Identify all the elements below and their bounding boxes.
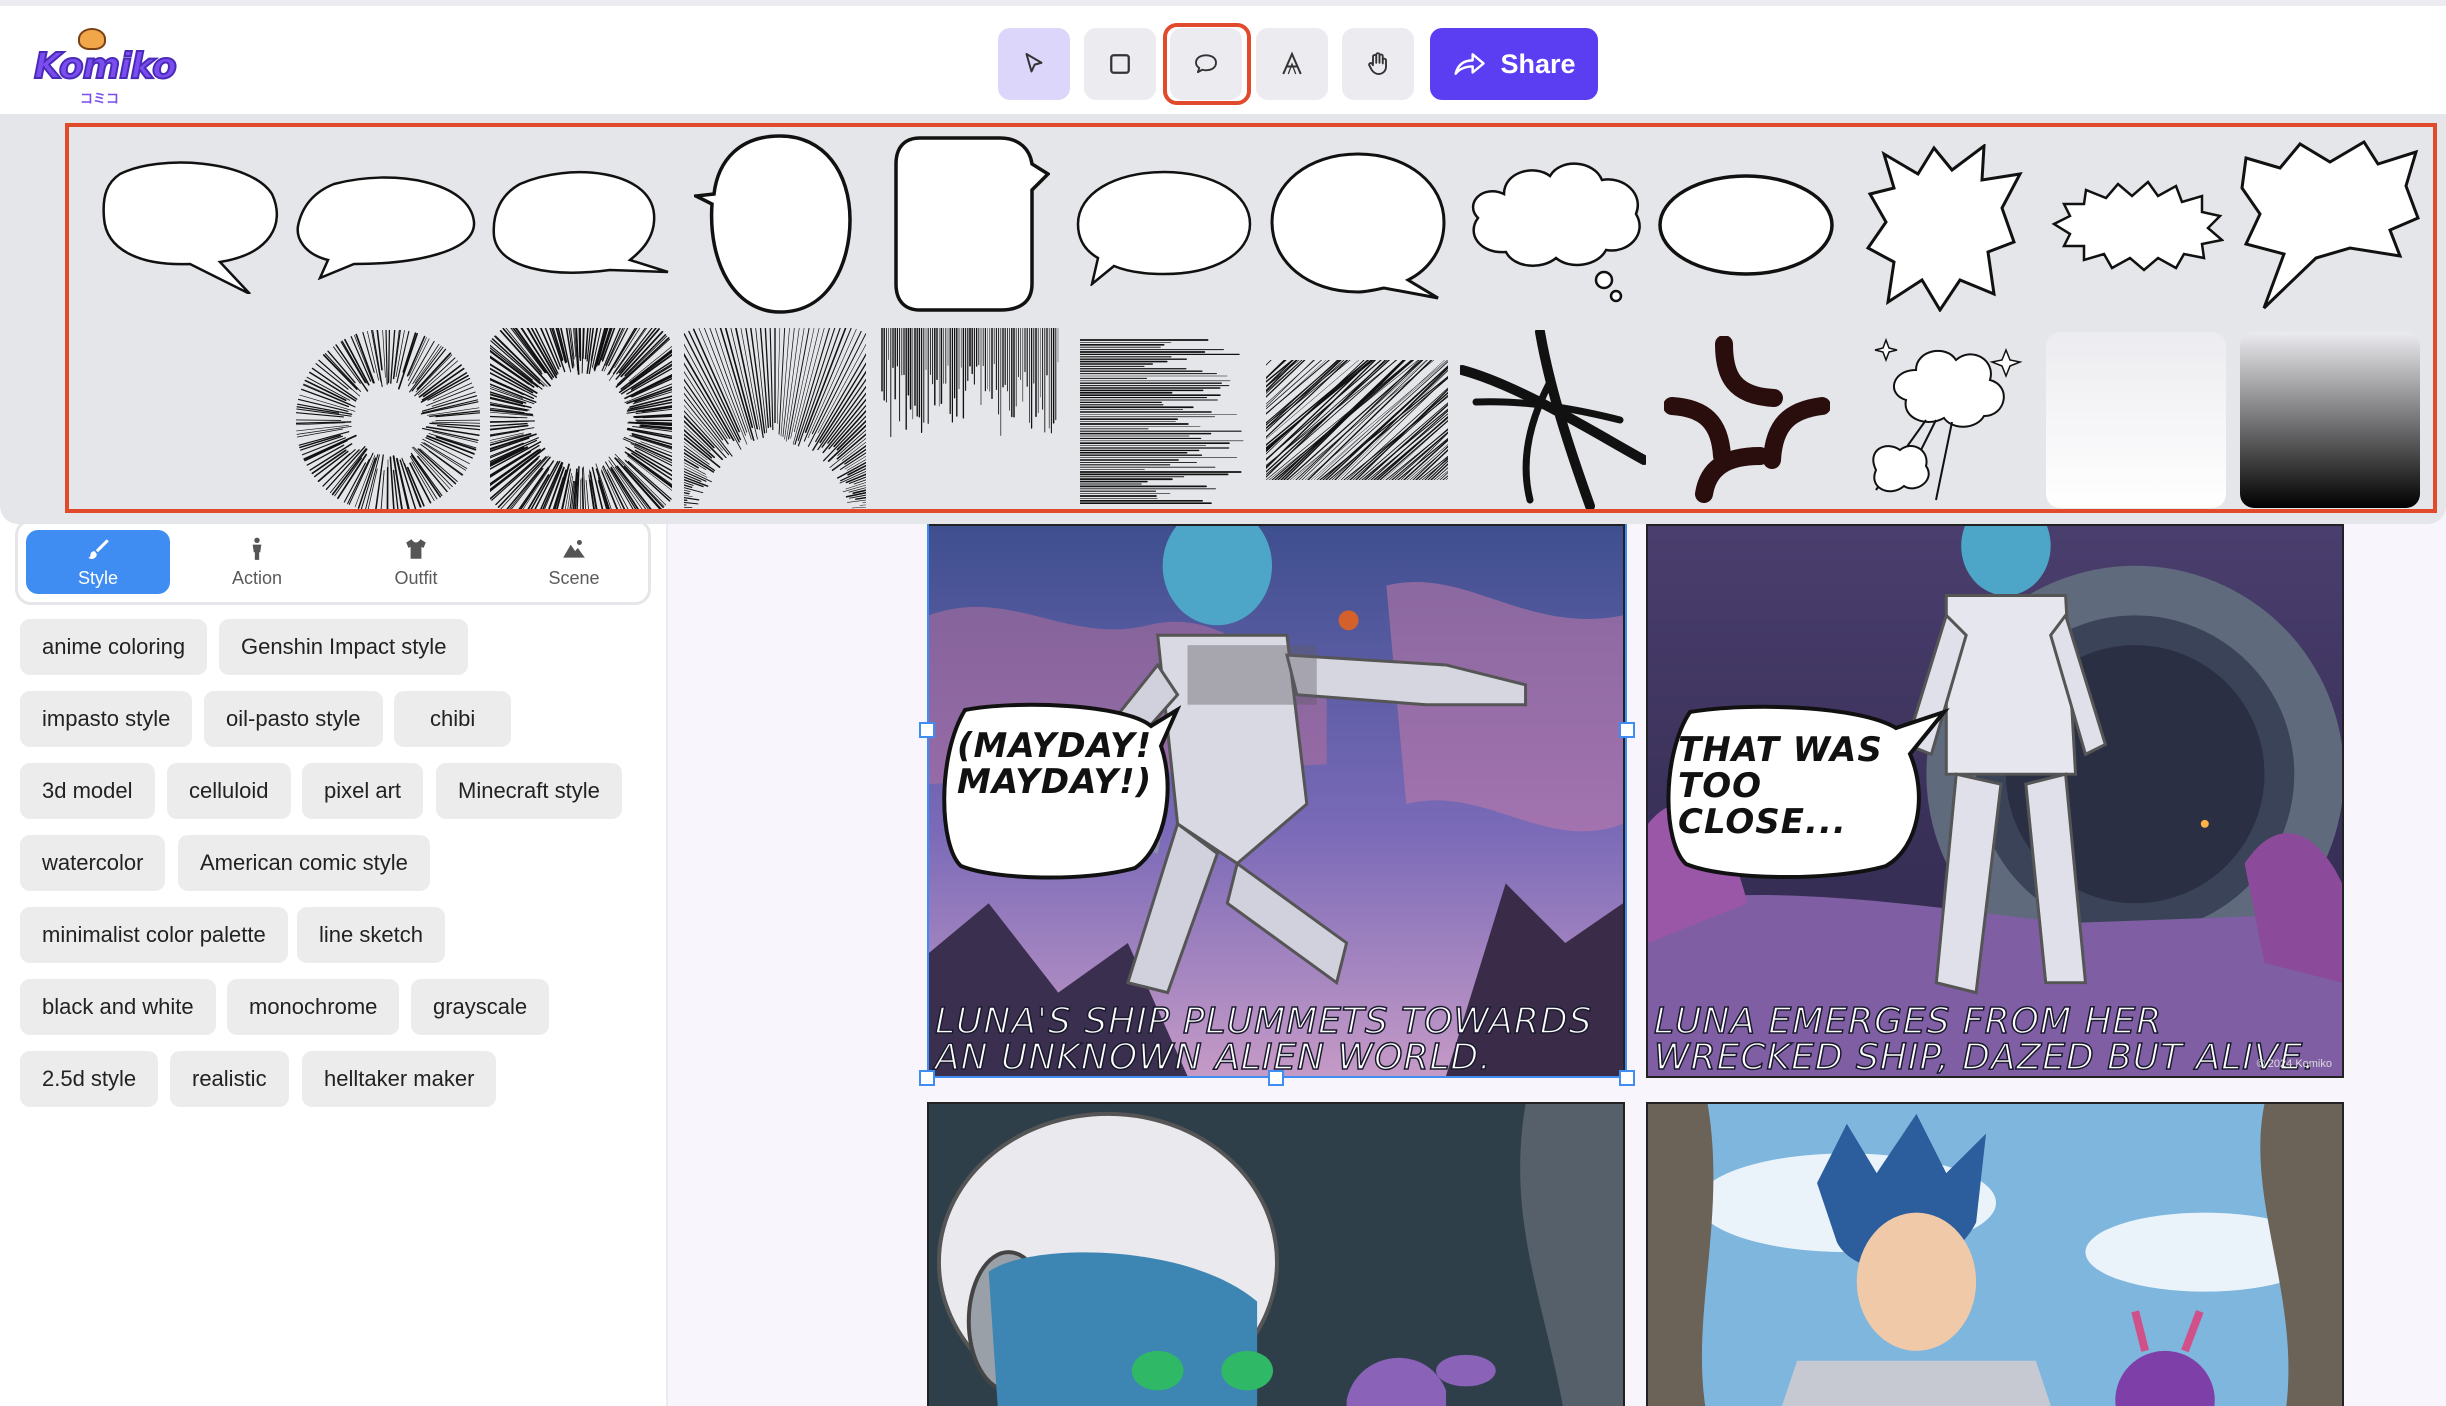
anger-mark[interactable]	[1663, 335, 1831, 504]
tab-label: Scene	[548, 567, 600, 588]
person-icon	[252, 537, 262, 560]
landscape-icon	[563, 539, 585, 558]
speech-bubble-icon	[1195, 54, 1217, 74]
style-chip[interactable]: minimalist color palette	[20, 907, 288, 963]
speech-text[interactable]: (MAYDAY! MAYDAY!)	[957, 728, 1151, 800]
logo-text: Komiko	[33, 45, 178, 88]
comic-canvas[interactable]: (MAYDAY! MAYDAY!) LUNA'S SHIP PLUMMETS T…	[670, 520, 2446, 1406]
style-chip[interactable]: impasto style	[20, 691, 193, 747]
bubble-shape-picker	[0, 114, 2446, 541]
style-chip[interactable]: monochrome	[227, 979, 400, 1035]
logo-subtitle: コミコ	[80, 91, 120, 106]
text-a-icon	[1282, 51, 1302, 75]
tab-label: Action	[231, 567, 283, 588]
style-chip[interactable]: line sketch	[297, 907, 445, 963]
style-chip[interactable]: realistic	[170, 1051, 289, 1107]
shout-bubble[interactable]	[2240, 138, 2420, 310]
gradient-white[interactable]	[2046, 332, 2226, 508]
radial-lines-sparse[interactable]	[295, 328, 481, 514]
gradient-black[interactable]	[2240, 332, 2420, 508]
prompt-category-tabs: Style Action Outfit Scene	[15, 519, 651, 605]
burst-wide[interactable]	[2048, 174, 2225, 274]
style-chip[interactable]: black and white	[20, 979, 216, 1035]
style-chip[interactable]: grayscale	[411, 979, 550, 1035]
panel-4-artwork	[1648, 1104, 2342, 1406]
resize-handle[interactable]	[919, 1070, 935, 1086]
speed-lines-diagonal[interactable]	[1145, 359, 1589, 481]
speed-lines-vertical[interactable]	[880, 327, 1060, 438]
speech-bubble-round[interactable]	[100, 154, 280, 296]
share-button[interactable]: Share	[1430, 28, 1598, 100]
brush-icon	[88, 538, 109, 559]
speech-text[interactable]: THAT WAS TOO CLOSE...	[1678, 732, 1918, 840]
panel-caption[interactable]: LUNA EMERGES FROM HER WRECKED SHIP, DAZE…	[1653, 1003, 2342, 1076]
speech-bubble-rounded-rect[interactable]	[890, 134, 1051, 314]
shirt-icon	[406, 538, 426, 559]
style-chip[interactable]: Genshin Impact style	[219, 619, 469, 675]
tab-label: Style	[77, 567, 119, 588]
komiko-logo[interactable]: Komiko コミコ	[33, 24, 178, 106]
thought-bubble-cloud[interactable]	[1464, 154, 1644, 304]
top-toolbar: Komiko コミコ Share	[0, 0, 2446, 114]
style-chip[interactable]: helltaker maker	[302, 1051, 497, 1107]
hand-icon	[1368, 52, 1387, 75]
style-chip[interactable]: chibi	[394, 691, 512, 747]
style-chip[interactable]: 3d model	[20, 763, 155, 819]
explosion-puff[interactable]	[1856, 330, 2032, 514]
pointer-icon	[1025, 53, 1043, 73]
resize-handle[interactable]	[1619, 1070, 1635, 1086]
style-chip[interactable]: oil-pasto style	[204, 691, 383, 747]
speech-bubble-wide[interactable]	[294, 172, 476, 281]
ellipse-plain[interactable]	[1656, 172, 1836, 278]
speech-bubble-tall-oval[interactable]	[689, 132, 854, 314]
style-chip[interactable]: American comic style	[178, 835, 430, 891]
speed-lines-horizontal[interactable]	[1079, 338, 1244, 505]
radial-lines-dense[interactable]	[460, 299, 702, 541]
comic-panel-1[interactable]: (MAYDAY! MAYDAY!) LUNA'S SHIP PLUMMETS T…	[927, 524, 1625, 1078]
comic-panel-2[interactable]: THAT WAS TOO CLOSE... LUNA EMERGES FROM …	[1646, 524, 2344, 1078]
focus-lines-top[interactable]	[574, 311, 976, 513]
rectangle-tool[interactable]	[1084, 28, 1156, 100]
share-label: Share	[1500, 48, 1576, 79]
select-tool[interactable]	[998, 28, 1070, 100]
style-chip[interactable]: Minecraft style	[436, 763, 622, 819]
watermark: © 2024 Komiko	[2256, 1058, 2332, 1070]
burst-star[interactable]	[1864, 142, 2024, 313]
resize-handle[interactable]	[1619, 722, 1635, 738]
text-tool[interactable]	[1256, 28, 1328, 100]
tab-style[interactable]: Style	[26, 530, 170, 594]
style-chip[interactable]: 2.5d style	[20, 1051, 159, 1107]
tab-action[interactable]: Action	[185, 530, 329, 594]
square-icon	[1110, 54, 1130, 74]
style-chip[interactable]: pixel art	[302, 763, 424, 819]
resize-handle[interactable]	[1268, 1070, 1284, 1086]
tab-scene[interactable]: Scene	[502, 530, 646, 594]
style-chip[interactable]: celluloid	[167, 763, 291, 819]
panel-caption[interactable]: LUNA'S SHIP PLUMMETS TOWARDS AN UNKNOWN …	[934, 1003, 1623, 1076]
comic-panel-4[interactable]	[1646, 1102, 2344, 1406]
pan-tool[interactable]	[1342, 28, 1414, 100]
resize-handle[interactable]	[919, 722, 935, 738]
cross-strike[interactable]	[1457, 327, 1649, 511]
share-arrow-icon	[1454, 53, 1486, 75]
tab-label: Outfit	[394, 567, 438, 588]
tab-outfit[interactable]: Outfit	[344, 530, 488, 594]
style-chip[interactable]: watercolor	[20, 835, 166, 891]
speech-bubble-tool[interactable]	[1170, 28, 1242, 100]
comic-panel-3[interactable]	[927, 1102, 1625, 1406]
panel-3-artwork	[929, 1104, 1623, 1406]
speech-bubble-large-round[interactable]	[1268, 150, 1448, 300]
style-chip[interactable]: anime coloring	[20, 619, 208, 675]
speech-bubble-oval[interactable]	[1074, 166, 1254, 288]
speech-bubble-tail-right[interactable]	[490, 164, 670, 282]
